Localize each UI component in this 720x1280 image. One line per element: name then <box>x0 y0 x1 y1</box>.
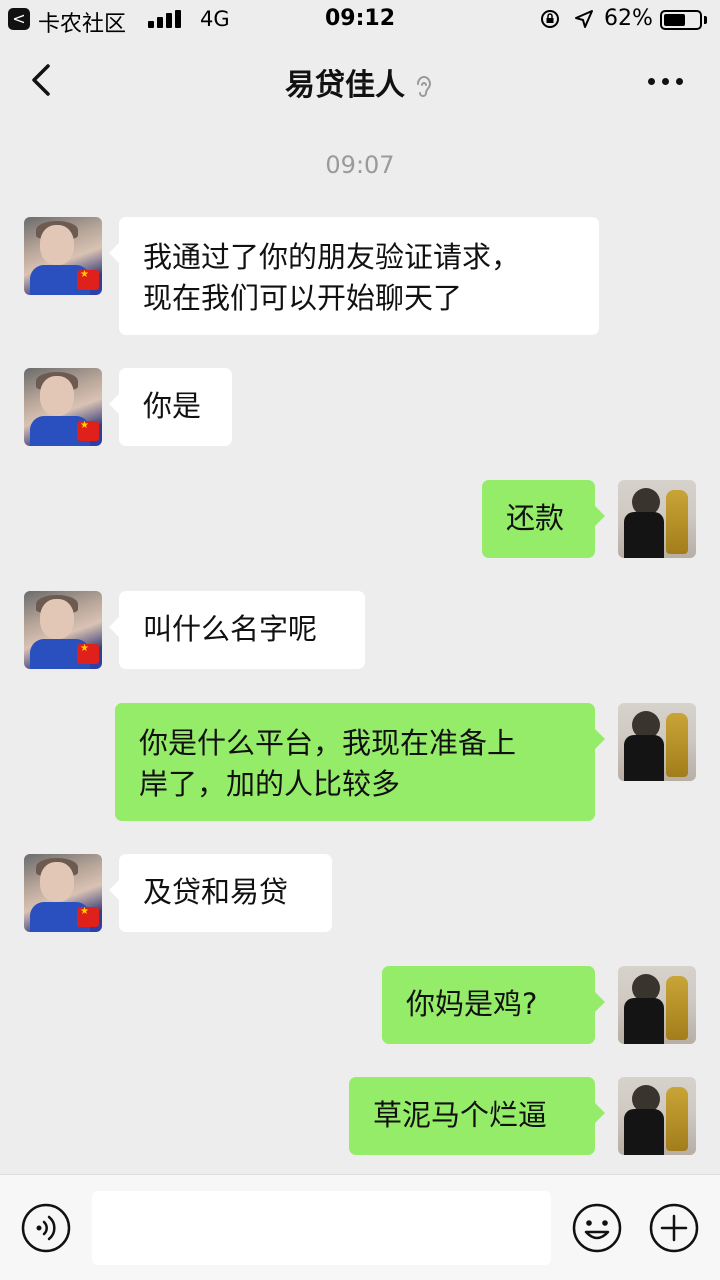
message-timestamp: 09:07 <box>325 151 395 179</box>
status-bar: < 卡农社区 4G 09:12 62% <box>0 0 720 40</box>
message-text: 草泥马个烂逼 <box>373 1098 548 1132</box>
input-bar <box>0 1174 720 1280</box>
earpiece-icon <box>417 75 432 97</box>
received-message-bubble[interactable]: 叫什么名字呢 <box>109 591 365 669</box>
message-text: 还款 <box>506 501 565 535</box>
battery-percent: 62% <box>604 6 653 31</box>
chat-header: 易贷佳人 <box>0 42 720 118</box>
received-message-bubble[interactable]: 及贷和易贷 <box>109 854 332 932</box>
message-text: 你妈是鸡? <box>406 987 538 1021</box>
message-text-line: 现在我们可以开始聊天了 <box>143 281 463 315</box>
location-icon <box>575 10 593 28</box>
message-text: 及贷和易贷 <box>143 875 289 909</box>
chat-title: 易贷佳人 <box>0 60 720 104</box>
message-input[interactable] <box>92 1191 551 1265</box>
voice-icon[interactable] <box>20 1202 72 1254</box>
sent-message-bubble[interactable]: 你妈是鸡? <box>382 966 605 1044</box>
message-text-line: 你是什么平台，我现在准备上 <box>139 726 517 760</box>
battery-icon <box>660 10 702 30</box>
sent-message-bubble[interactable]: 还款 <box>482 480 605 558</box>
my-avatar[interactable] <box>618 966 696 1044</box>
my-avatar[interactable] <box>618 1077 696 1155</box>
contact-avatar[interactable] <box>24 217 102 295</box>
received-message-bubble[interactable]: 我通过了你的朋友验证请求， 现在我们可以开始聊天了 <box>109 217 599 335</box>
message-text-line: 岸了，加的人比较多 <box>139 767 401 801</box>
my-avatar[interactable] <box>618 703 696 781</box>
sent-message-bubble[interactable]: 你是什么平台，我现在准备上 岸了，加的人比较多 <box>115 703 605 821</box>
contact-avatar[interactable] <box>24 591 102 669</box>
plus-icon[interactable] <box>648 1202 700 1254</box>
chat-title-text: 易贷佳人 <box>285 68 405 103</box>
sent-message-bubble[interactable]: 草泥马个烂逼 <box>349 1077 605 1155</box>
rotation-lock-icon <box>541 10 559 28</box>
message-text: 叫什么名字呢 <box>143 612 318 646</box>
message-text: 你是 <box>143 389 202 423</box>
battery-tip <box>704 16 707 24</box>
more-icon[interactable] <box>642 60 690 100</box>
contact-avatar[interactable] <box>24 368 102 446</box>
contact-avatar[interactable] <box>24 854 102 932</box>
received-message-bubble[interactable]: 你是 <box>109 368 232 446</box>
message-text-line: 我通过了你的朋友验证请求， <box>143 240 521 274</box>
emoji-icon[interactable] <box>571 1202 623 1254</box>
my-avatar[interactable] <box>618 480 696 558</box>
